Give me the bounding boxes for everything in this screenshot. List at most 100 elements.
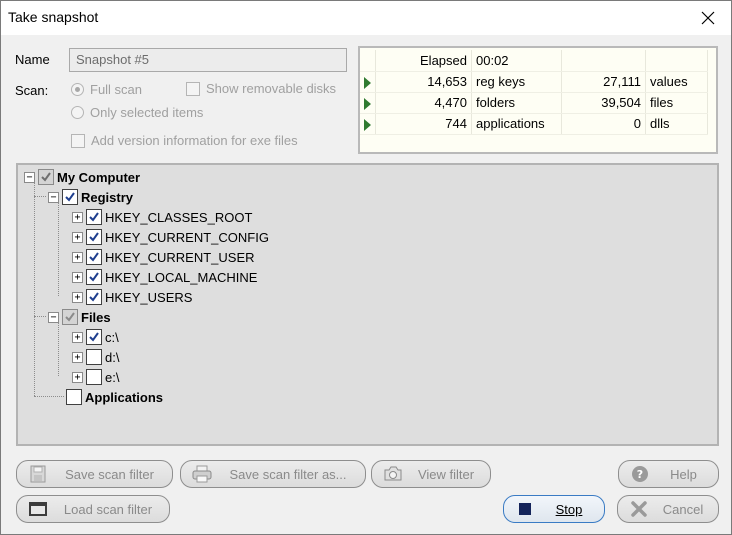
tree-label: Files bbox=[81, 309, 111, 325]
tree-item-hkcu[interactable]: + HKEY_CURRENT_USER bbox=[72, 248, 255, 266]
applications-checkbox[interactable] bbox=[66, 389, 82, 405]
registry-checkbox[interactable] bbox=[62, 189, 78, 205]
tree-item-hkcc[interactable]: + HKEY_CURRENT_CONFIG bbox=[72, 228, 269, 246]
tree-label: Applications bbox=[85, 389, 164, 405]
files-checkbox[interactable] bbox=[62, 309, 78, 325]
reg-keys-count: 14,653 bbox=[375, 71, 472, 93]
collapse-icon[interactable]: − bbox=[24, 171, 35, 183]
tree-label: My Computer bbox=[57, 169, 141, 185]
tree-label: c:\ bbox=[105, 329, 119, 345]
drive-d-checkbox[interactable] bbox=[86, 349, 102, 365]
tree-connector bbox=[58, 323, 59, 376]
stats-row: 744 applications 0 dlls bbox=[360, 113, 708, 135]
show-removable-checkbox[interactable] bbox=[186, 81, 200, 96]
drive-c-checkbox[interactable] bbox=[86, 329, 102, 345]
folders-count: 4,470 bbox=[375, 92, 472, 114]
checkmark-icon bbox=[65, 312, 75, 322]
load-scan-filter-button[interactable]: Load scan filter bbox=[16, 495, 170, 523]
cancel-label: Cancel bbox=[662, 501, 704, 517]
collapse-icon[interactable]: − bbox=[48, 311, 59, 323]
full-scan-label: Full scan bbox=[90, 82, 143, 97]
collapse-icon[interactable]: − bbox=[48, 191, 59, 203]
cancel-button[interactable]: Cancel bbox=[617, 495, 719, 523]
open-folder-icon bbox=[29, 502, 47, 516]
tree-connector bbox=[34, 396, 64, 397]
tree-label: HKEY_USERS bbox=[105, 289, 193, 305]
checkmark-icon bbox=[89, 252, 99, 262]
files-label: files bbox=[645, 92, 708, 114]
add-version-checkbox[interactable] bbox=[71, 133, 85, 148]
scan-progress-stats: Elapsed 00:02 14,653 reg keys 27,111 val… bbox=[358, 46, 718, 154]
hkcr-checkbox[interactable] bbox=[86, 209, 102, 225]
scan-label: Scan: bbox=[15, 83, 49, 98]
expand-arrow-icon[interactable] bbox=[364, 97, 371, 110]
snapshot-name-field[interactable]: Snapshot #5 bbox=[69, 48, 347, 72]
add-version-option[interactable]: Add version information for exe files bbox=[71, 133, 298, 148]
checkmark-icon bbox=[65, 192, 75, 202]
full-scan-radio[interactable] bbox=[71, 83, 84, 96]
tree-item-hkcr[interactable]: + HKEY_CLASSES_ROOT bbox=[72, 208, 252, 226]
folders-label: folders bbox=[471, 92, 562, 114]
stats-row: 14,653 reg keys 27,111 values bbox=[360, 71, 708, 93]
tree-item-hklm[interactable]: + HKEY_LOCAL_MACHINE bbox=[72, 268, 257, 286]
tree-label: Registry bbox=[81, 189, 134, 205]
stop-button[interactable]: Stop bbox=[503, 495, 605, 523]
take-snapshot-dialog: Take snapshot Name Snapshot #5 Scan: Ful… bbox=[0, 0, 732, 535]
expand-icon[interactable]: + bbox=[72, 351, 83, 363]
stop-icon bbox=[519, 503, 531, 515]
hkcc-checkbox[interactable] bbox=[86, 229, 102, 245]
applications-label: applications bbox=[471, 113, 562, 135]
expand-arrow-icon[interactable] bbox=[364, 118, 371, 131]
load-scan-filter-label: Load scan filter bbox=[63, 501, 153, 517]
expand-icon[interactable]: + bbox=[72, 211, 83, 223]
tree-item-drive-d[interactable]: + d:\ bbox=[72, 348, 119, 366]
hklm-checkbox[interactable] bbox=[86, 269, 102, 285]
tree-connector bbox=[34, 316, 46, 317]
save-scan-filter-as-button[interactable]: Save scan filter as... bbox=[180, 460, 366, 488]
checkmark-icon bbox=[89, 292, 99, 302]
only-selected-option[interactable]: Only selected items bbox=[71, 105, 203, 120]
only-selected-radio[interactable] bbox=[71, 106, 84, 119]
save-scan-filter-label: Save scan filter bbox=[65, 466, 154, 482]
tree-item-registry[interactable]: − Registry bbox=[48, 188, 133, 206]
my-computer-checkbox[interactable] bbox=[38, 169, 54, 185]
tree-item-hku[interactable]: + HKEY_USERS bbox=[72, 288, 192, 306]
only-selected-label: Only selected items bbox=[90, 105, 204, 120]
help-button[interactable]: ? Help bbox=[618, 460, 719, 488]
camera-icon bbox=[384, 466, 402, 481]
expand-icon[interactable]: + bbox=[72, 271, 83, 283]
scan-tree-view[interactable]: − My Computer − Registry + HKEY_CLASSES_… bbox=[16, 163, 719, 446]
expand-icon[interactable]: + bbox=[72, 231, 83, 243]
dialog-body: Name Snapshot #5 Scan: Full scan Show re… bbox=[1, 35, 731, 534]
tree-item-drive-e[interactable]: + e:\ bbox=[72, 368, 119, 386]
elapsed-value: 00:02 bbox=[471, 50, 562, 72]
save-scan-filter-as-label: Save scan filter as... bbox=[229, 466, 347, 482]
expand-arrow-icon[interactable] bbox=[364, 76, 371, 89]
save-scan-filter-button[interactable]: Save scan filter bbox=[16, 460, 173, 488]
tree-item-files[interactable]: − Files bbox=[48, 308, 111, 326]
tree-item-drive-c[interactable]: + c:\ bbox=[72, 328, 119, 346]
tree-label: d:\ bbox=[105, 349, 120, 365]
view-filter-button[interactable]: View filter bbox=[371, 460, 491, 488]
save-icon bbox=[30, 465, 46, 483]
expand-icon[interactable]: + bbox=[72, 331, 83, 343]
hku-checkbox[interactable] bbox=[86, 289, 102, 305]
reg-keys-label: reg keys bbox=[471, 71, 562, 93]
tree-label: HKEY_CURRENT_USER bbox=[105, 249, 255, 265]
tree-item-my-computer[interactable]: − My Computer bbox=[24, 168, 140, 186]
tree-item-applications[interactable]: Applications bbox=[66, 388, 163, 406]
elapsed-label: Elapsed bbox=[375, 50, 472, 72]
expand-icon[interactable]: + bbox=[72, 251, 83, 263]
hkcu-checkbox[interactable] bbox=[86, 249, 102, 265]
full-scan-option[interactable]: Full scan bbox=[71, 82, 142, 97]
drive-e-checkbox[interactable] bbox=[86, 369, 102, 385]
elapsed-row: Elapsed 00:02 bbox=[360, 50, 708, 72]
add-version-label: Add version information for exe files bbox=[91, 133, 298, 148]
expand-icon[interactable]: + bbox=[72, 291, 83, 303]
close-button[interactable] bbox=[691, 1, 725, 35]
expand-icon[interactable]: + bbox=[72, 371, 83, 383]
files-count: 39,504 bbox=[561, 92, 646, 114]
show-removable-option[interactable]: Show removable disks bbox=[186, 81, 336, 96]
checkmark-icon bbox=[89, 212, 99, 222]
checkmark-icon bbox=[41, 172, 51, 182]
